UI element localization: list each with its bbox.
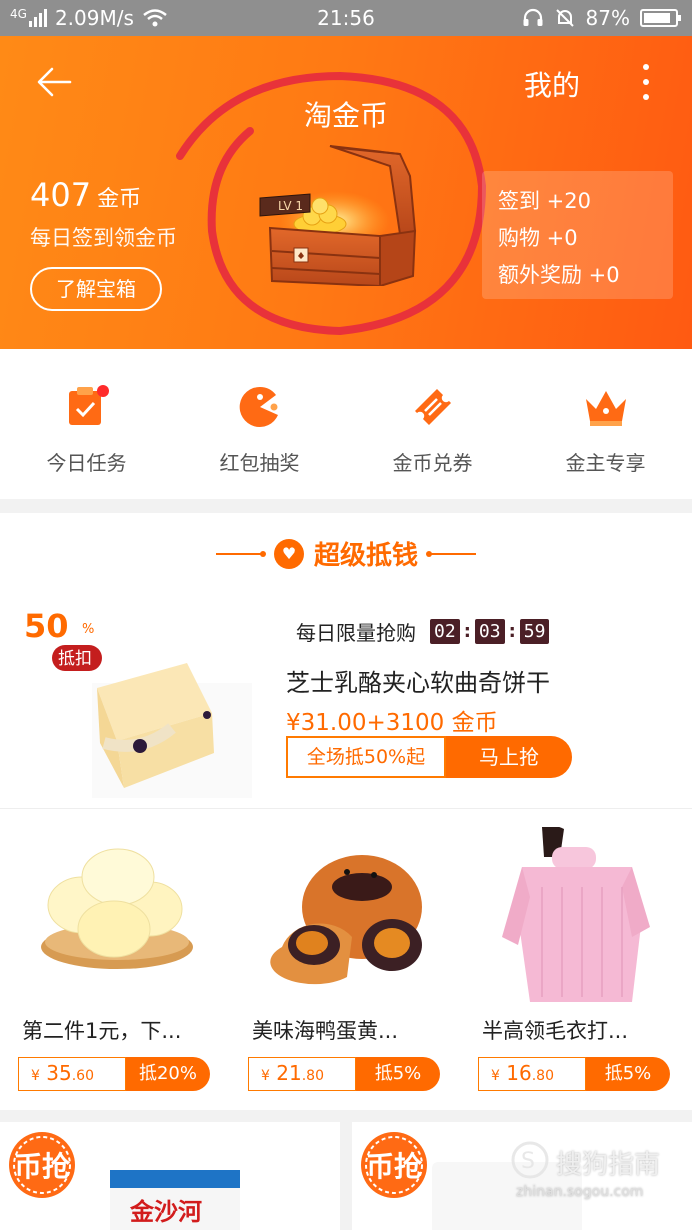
- title-divider-left: [215, 550, 266, 557]
- coin-grab-badge-icon: 币抢: [9, 1132, 75, 1198]
- product-name: 美味海鸭蛋黄...: [252, 1019, 399, 1043]
- reward-signin: 签到 +20: [498, 189, 591, 213]
- timer-seconds: 59: [519, 619, 550, 644]
- product-price-bar: ¥ 16.80 抵5%: [478, 1057, 670, 1091]
- product-card[interactable]: 半高领毛衣打... ¥ 16.80 抵5%: [460, 809, 690, 1110]
- coin-grab-badge-icon: 币抢: [361, 1132, 427, 1198]
- product-price: ¥ 21.80: [248, 1057, 356, 1091]
- watermark-brand: 搜狗指南: [556, 1150, 661, 1180]
- product-grid: 第二件1元，下... ¥ 35.60 抵20% 美味海鸭蛋黄... ¥ 21.8…: [0, 808, 692, 1110]
- reward-shopping: 购物 +0: [498, 226, 578, 250]
- heart-icon: ♥: [273, 538, 304, 569]
- shortcut-daily-task[interactable]: 今日任务: [0, 349, 173, 499]
- timer-minutes: 03: [474, 619, 505, 644]
- product-card[interactable]: 第二件1元，下... ¥ 35.60 抵20%: [0, 809, 230, 1110]
- shortcut-coupon[interactable]: 金币兑券: [346, 349, 519, 499]
- discount-button[interactable]: 抵5%: [586, 1057, 670, 1091]
- product-price-bar: ¥ 35.60 抵20%: [18, 1057, 210, 1091]
- shortcut-row: 今日任务 红包抽奖 金币兑券 金主专享: [0, 349, 692, 499]
- timer-sep: :: [463, 621, 471, 642]
- product-price: ¥ 35.60: [18, 1057, 126, 1091]
- super-deal-section: ♥ 超级抵钱 50 % 抵扣 每日限量抢购 02 : 03 : 59 芝士乳酪夹…: [0, 513, 692, 808]
- status-bar: 4G 2.09M/s 21:56 87%: [0, 0, 692, 36]
- shortcut-label: 今日任务: [46, 451, 127, 475]
- gold-coin-header: 我的 淘金币 LV 1 407 金币 每日签到领金币 了解宝箱 签到 +20 购…: [0, 36, 692, 349]
- shortcut-label: 金币兑券: [392, 451, 473, 475]
- headset-icon: [523, 8, 543, 26]
- lottery-pacman-icon: [239, 386, 278, 427]
- flour-product-image: 金沙河: [110, 1170, 240, 1230]
- product-name: 第二件1元，下...: [22, 1019, 182, 1043]
- badge-percent: 50: [24, 607, 69, 645]
- shortcut-label: 红包抽奖: [219, 451, 300, 475]
- daily-signin-text: 每日签到领金币: [30, 226, 177, 250]
- discount-button[interactable]: 抵5%: [356, 1057, 440, 1091]
- bun-product-image: [41, 848, 193, 969]
- battery-percent: 87%: [585, 6, 630, 30]
- battery-icon: [640, 9, 681, 27]
- coupon-ticket-icon: [414, 389, 451, 425]
- learn-chest-button[interactable]: 了解宝箱: [30, 267, 162, 311]
- product-price: ¥ 16.80: [478, 1057, 586, 1091]
- price-currency: ¥: [491, 1068, 500, 1084]
- grab-now-button[interactable]: 马上抢: [446, 736, 572, 778]
- badge-label: 币抢: [14, 1150, 71, 1183]
- discount-button[interactable]: 抵20%: [126, 1057, 210, 1091]
- shortcut-label: 金主专享: [565, 451, 646, 475]
- flour-brand: 金沙河: [130, 1198, 202, 1226]
- product-price-bar: ¥ 21.80 抵5%: [248, 1057, 440, 1091]
- shortcut-lottery[interactable]: 红包抽奖: [173, 349, 346, 499]
- discount-50-badge: 50 % 抵扣: [22, 603, 106, 675]
- sogou-logo-icon: S: [511, 1141, 549, 1179]
- shortcut-vip[interactable]: 金主专享: [519, 349, 692, 499]
- chest-level-label: LV 1: [278, 199, 303, 213]
- price-decimal: .60: [71, 1068, 94, 1084]
- price-int: 21: [276, 1061, 302, 1085]
- deal-buy-bar: 全场抵50%起 马上抢: [286, 736, 572, 778]
- coin-unit: 金币: [97, 187, 142, 212]
- badge-text: 抵扣: [58, 649, 92, 669]
- battery-fill: [644, 13, 671, 23]
- coin-grab-card[interactable]: 金沙河 币抢: [0, 1122, 340, 1230]
- flour-bag-band: [110, 1170, 240, 1188]
- limit-label: 每日限量抢购: [296, 621, 416, 645]
- product-name: 半高领毛衣打...: [482, 1019, 629, 1043]
- mute-bell-icon: [555, 9, 574, 27]
- title-divider-right: [426, 550, 476, 557]
- badge-label: 币抢: [366, 1150, 423, 1183]
- price-currency: ¥: [261, 1068, 270, 1084]
- sweater-product-image: [502, 827, 650, 1002]
- coin-count: 407: [30, 176, 92, 214]
- coin-balance: 407 金币: [30, 176, 141, 214]
- price-int: 35: [46, 1061, 72, 1085]
- task-clipboard-icon: [68, 385, 109, 425]
- mooncake-product-image: [270, 855, 422, 985]
- reward-panel[interactable]: 签到 +20 购物 +0 额外奖励 +0: [482, 171, 673, 299]
- status-right: 87%: [522, 6, 681, 30]
- reward-extra: 额外奖励 +0: [498, 263, 620, 287]
- badge-percent-sign: %: [82, 622, 94, 637]
- price-int: 16: [506, 1061, 532, 1085]
- deal-product-price: ¥31.00+3100 金币: [286, 710, 498, 736]
- page-title: 淘金币: [303, 99, 388, 132]
- timer-sep: :: [508, 621, 516, 642]
- promo-label: 全场抵50%起: [286, 736, 446, 778]
- super-deal-title: ♥ 超级抵钱: [0, 535, 692, 572]
- flash-sale-timer-row: 每日限量抢购 02 : 03 : 59: [296, 617, 550, 646]
- sogou-watermark: S 搜狗指南 zhinan.sogou.com: [510, 1140, 680, 1210]
- price-decimal: .80: [531, 1068, 554, 1084]
- svg-text:S: S: [521, 1149, 535, 1174]
- product-card[interactable]: 美味海鸭蛋黄... ¥ 21.80 抵5%: [230, 809, 460, 1110]
- deal-product-name[interactable]: 芝士乳酪夹心软曲奇饼干: [286, 663, 550, 698]
- treasure-chest-image[interactable]: LV 1: [250, 136, 445, 286]
- price-currency: ¥: [31, 1068, 40, 1084]
- price-decimal: .80: [301, 1068, 324, 1084]
- watermark-url: zhinan.sogou.com: [516, 1184, 644, 1200]
- crown-icon: [585, 391, 626, 426]
- timer-hours: 02: [430, 619, 460, 644]
- super-deal-title-text: 超级抵钱: [313, 541, 418, 571]
